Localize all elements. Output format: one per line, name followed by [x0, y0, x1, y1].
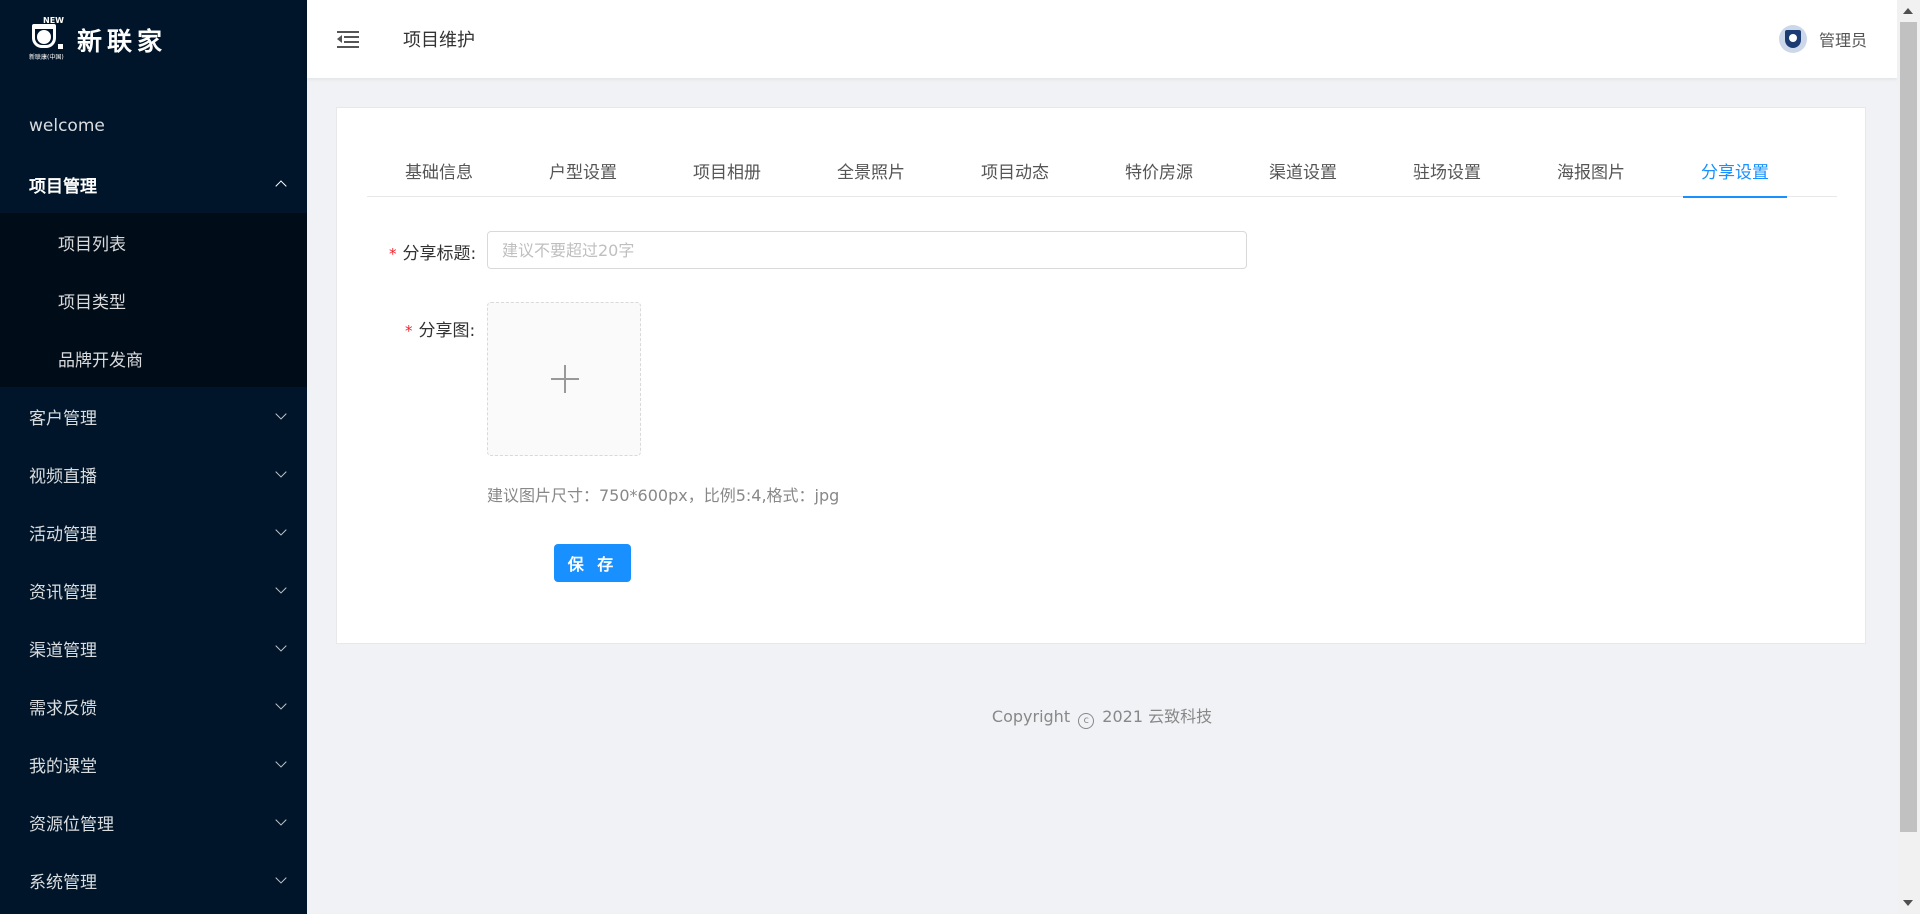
save-button[interactable]: 保 存 [554, 544, 631, 582]
chevron-down-icon [275, 813, 287, 826]
sidebar-item-label: 需求反馈 [29, 698, 97, 719]
copyright-label: Copyright [991, 707, 1071, 726]
sidebar-item-activity[interactable]: 活动管理 [0, 503, 307, 561]
required-mark: * [405, 322, 413, 340]
required-mark: * [389, 245, 397, 263]
sidebar-item-classroom[interactable]: 我的课堂 [0, 735, 307, 793]
tab-bar: 基础信息 户型设置 项目相册 全景照片 项目动态 特价房源 渠道设置 驻场设置 … [367, 143, 1837, 198]
page-scrollbar[interactable] [1897, 0, 1920, 914]
tab-onsite[interactable]: 驻场设置 [1375, 143, 1519, 197]
sidebar-item-label: 系统管理 [29, 872, 97, 893]
sidebar-item-customer[interactable]: 客户管理 [0, 387, 307, 445]
tab-special-offer[interactable]: 特价房源 [1087, 143, 1231, 197]
tab-album[interactable]: 项目相册 [655, 143, 799, 197]
copyright-owner: 2021 云致科技 [1102, 707, 1213, 726]
footer: Copyright c 2021 云致科技 [307, 703, 1897, 729]
image-hint: 建议图片尺寸：750*600px，比例5:4,格式：jpg [487, 486, 840, 505]
sidebar-item-label: 项目类型 [58, 292, 126, 313]
sidebar-item-label: 品牌开发商 [58, 350, 143, 371]
sidebar-item-label: 资源位管理 [29, 814, 114, 835]
chevron-down-icon [275, 465, 287, 478]
sidebar-item-label: 项目列表 [58, 234, 126, 255]
sidebar-item-welcome[interactable]: welcome [0, 97, 307, 155]
tab-share-settings[interactable]: 分享设置 [1663, 143, 1807, 198]
sidebar-item-label: 视频直播 [29, 466, 97, 487]
tab-poster[interactable]: 海报图片 [1519, 143, 1663, 197]
chevron-down-icon [275, 697, 287, 710]
avatar [1778, 25, 1807, 53]
share-title-label-text: 分享标题: [402, 244, 477, 264]
chevron-up-icon [275, 180, 287, 192]
sidebar-item-label: 我的课堂 [29, 756, 97, 777]
brand-logo-icon: NEW 新联康(中国) [29, 16, 65, 62]
sidebar-item-resource-slot[interactable]: 资源位管理 [0, 793, 307, 851]
copyright-icon: c [1078, 713, 1095, 729]
sidebar: NEW 新联康(中国) 新联家 welcome 项目管理 项目列表 项目类型 品… [0, 0, 307, 914]
logo[interactable]: NEW 新联康(中国) 新联家 [0, 0, 307, 80]
sidebar-item-live-video[interactable]: 视频直播 [0, 445, 307, 503]
chevron-down-icon [275, 407, 287, 420]
sidebar-item-label: 项目管理 [29, 176, 97, 197]
chevron-down-icon [275, 581, 287, 594]
sidebar-item-label: welcome [29, 116, 105, 136]
page-title: 项目维护 [403, 30, 475, 51]
sidebar-item-label: 客户管理 [29, 408, 97, 429]
share-image-label-text: 分享图: [418, 321, 476, 341]
chevron-down-icon [275, 871, 287, 884]
scrollbar-thumb[interactable] [1900, 22, 1917, 832]
chevron-down-icon [275, 523, 287, 536]
tab-channel[interactable]: 渠道设置 [1231, 143, 1375, 197]
user-name: 管理员 [1818, 31, 1867, 50]
scroll-up-icon[interactable] [1903, 8, 1913, 14]
sidebar-item-label: 渠道管理 [29, 640, 97, 661]
sidebar-item-feedback[interactable]: 需求反馈 [0, 677, 307, 735]
share-title-input[interactable] [487, 231, 1247, 269]
tab-panorama[interactable]: 全景照片 [799, 143, 943, 197]
sidebar-item-label: 活动管理 [29, 524, 97, 545]
sidebar-item-label: 资讯管理 [29, 582, 97, 603]
sidebar-subitem-project-type[interactable]: 项目类型 [0, 271, 307, 329]
submenu-project-management: 项目列表 项目类型 品牌开发商 [0, 213, 307, 387]
tab-basic-info[interactable]: 基础信息 [367, 143, 511, 197]
sidebar-item-system[interactable]: 系统管理 [0, 851, 307, 909]
sidebar-subitem-project-list[interactable]: 项目列表 [0, 213, 307, 271]
sidebar-item-project-management[interactable]: 项目管理 [0, 155, 307, 213]
image-upload-box[interactable] [487, 302, 641, 456]
sidebar-subitem-brand-developer[interactable]: 品牌开发商 [0, 329, 307, 387]
share-title-label: * 分享标题: [389, 239, 476, 264]
user-menu[interactable]: 管理员 [1778, 0, 1867, 78]
top-header: 项目维护 管理员 [307, 0, 1897, 78]
logo-sub-text: 新联康(中国) [29, 54, 64, 61]
chevron-down-icon [275, 639, 287, 652]
brand-name: 新联家 [77, 27, 168, 56]
content-card: 基础信息 户型设置 项目相册 全景照片 项目动态 特价房源 渠道设置 驻场设置 … [336, 107, 1866, 644]
tab-news[interactable]: 项目动态 [943, 143, 1087, 197]
sidebar-item-channel[interactable]: 渠道管理 [0, 619, 307, 677]
sidebar-item-news[interactable]: 资讯管理 [0, 561, 307, 619]
chevron-down-icon [275, 755, 287, 768]
share-image-label: * 分享图: [405, 316, 475, 341]
tab-unit-type[interactable]: 户型设置 [511, 143, 655, 197]
menu-fold-icon[interactable] [337, 30, 359, 48]
scroll-down-icon[interactable] [1903, 900, 1913, 906]
